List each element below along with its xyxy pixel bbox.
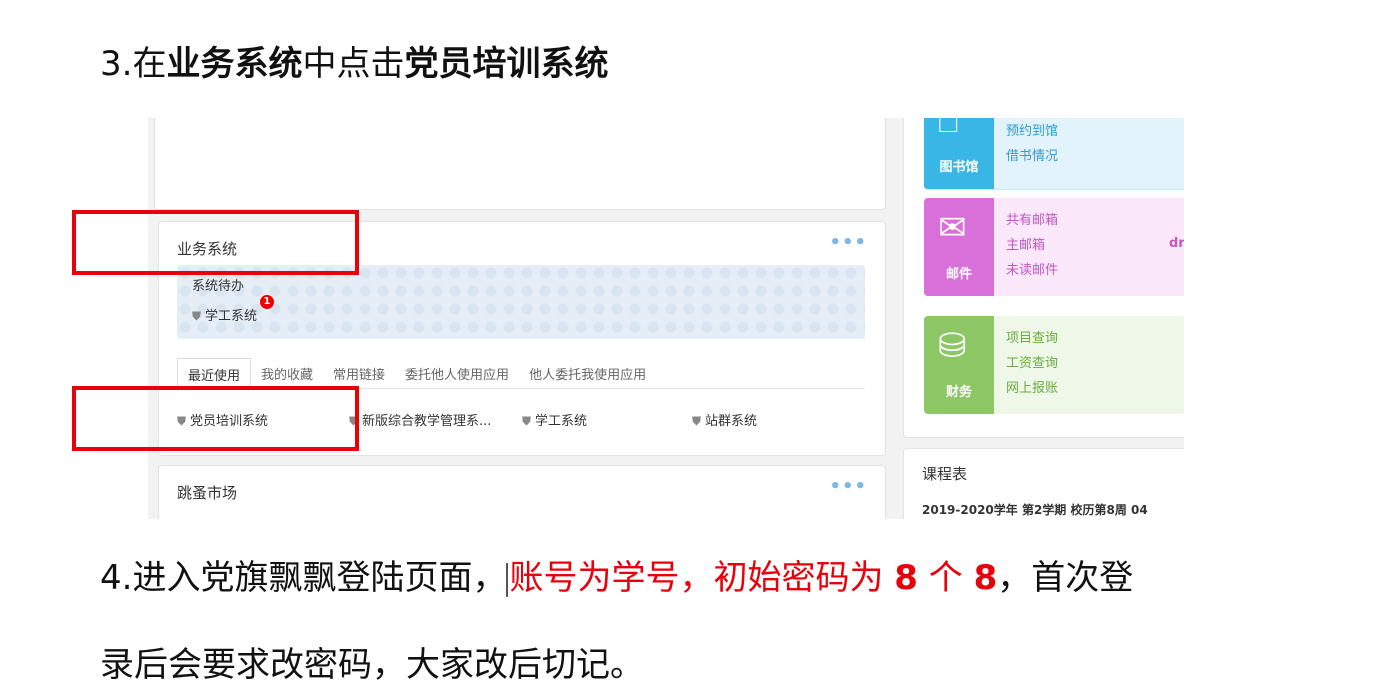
step3-text1: 在 — [132, 44, 167, 84]
step3-heading: 3.在业务系统中点击党员培训系统 — [100, 44, 608, 84]
step4-num2: 8 — [973, 558, 998, 598]
app-icon: ⛊ — [522, 414, 532, 428]
more-dots-icon[interactable]: ••• — [829, 476, 867, 497]
app-student-affairs[interactable]: ⛊ 学工系统 — [522, 410, 587, 429]
finance-link[interactable]: 项目查询 — [1006, 326, 1058, 351]
step3-num: 3. — [100, 44, 133, 84]
todo-title: 系统待办 — [192, 279, 245, 294]
todo-panel: 系统待办 ⛊ 学工系统 1 — [177, 265, 865, 339]
step4-line2: 录后会要求改密码，大家改后切记。 — [100, 645, 644, 685]
tab-delegate-in[interactable]: 他人委托我使用应用 — [519, 358, 656, 390]
step4-num1: 8 — [894, 558, 918, 598]
flea-market-card: 跳蚤市场 ••• — [158, 465, 886, 519]
library-icon: ⎕ — [938, 118, 959, 141]
app-site-group[interactable]: ⛊ 站群系统 — [692, 410, 757, 429]
todo-badge: 1 — [260, 295, 274, 309]
library-link[interactable]: 借书情况 — [1006, 144, 1058, 169]
library-links: 预约到馆 借书情况 — [1006, 119, 1058, 169]
services-card: ⎕ 图书馆 预约到馆 借书情况 ✉ 邮件 共有邮箱 主邮箱 未读邮件 dr ⛁ — [903, 118, 1184, 438]
finance-link[interactable]: 网上报账 — [1006, 376, 1058, 401]
app-icon: ⛊ — [192, 309, 202, 323]
library-badge: ⎕ 图书馆 — [924, 118, 994, 189]
app-label: 学工系统 — [535, 414, 588, 429]
tab-delegate-out[interactable]: 委托他人使用应用 — [395, 358, 519, 390]
top-card — [154, 118, 886, 210]
course-title: 课程表 — [922, 465, 968, 483]
step4-text6: ，首次登 — [997, 558, 1134, 598]
library-link[interactable]: 预约到馆 — [1006, 119, 1058, 144]
mail-badge: ✉ 邮件 — [924, 198, 994, 296]
highlight-business-system — [72, 210, 359, 275]
course-card: 课程表 2019-2020学年 第2学期 校历第8周 04 — [903, 448, 1184, 519]
step4-text1: 4.进入党旗飘飘登陆页面， — [100, 558, 507, 598]
finance-badge: ⛁ 财务 — [924, 316, 994, 414]
flea-market-title: 跳蚤市场 — [177, 484, 238, 502]
highlight-party-training — [72, 386, 359, 451]
step3-party-training: 党员培训系统 — [404, 44, 609, 84]
mail-extra-text: dr — [1169, 236, 1184, 251]
finance-icon: ⛁ — [938, 326, 967, 366]
step3-business-system: 业务系统 — [166, 44, 303, 84]
mail-name: 邮件 — [945, 267, 972, 282]
library-tile[interactable]: ⎕ 图书馆 预约到馆 借书情况 — [924, 118, 1184, 190]
portal-screenshot: 业务系统 ••• 系统待办 ⛊ 学工系统 1 最近使用 我的收藏 常用链接 委托他… — [148, 118, 1184, 519]
course-info: 2019-2020学年 第2学期 校历第8周 04 — [922, 503, 1148, 517]
todo-item-label: 学工系统 — [205, 309, 258, 324]
mail-link[interactable]: 主邮箱 — [1006, 233, 1058, 258]
library-name: 图书馆 — [939, 160, 979, 175]
finance-link[interactable]: 工资查询 — [1006, 351, 1058, 376]
finance-links: 项目查询 工资查询 网上报账 — [1006, 326, 1058, 401]
step4-account-note: 账号为学号，初始密码为 — [509, 558, 895, 598]
app-teaching-mgmt[interactable]: ⛊ 新版综合教学管理系... — [349, 410, 491, 429]
mail-link[interactable]: 共有邮箱 — [1006, 208, 1058, 233]
app-icon: ⛊ — [692, 414, 702, 428]
finance-tile[interactable]: ⛁ 财务 项目查询 工资查询 网上报账 — [924, 316, 1184, 414]
mail-icon: ✉ — [938, 208, 967, 248]
app-label: 新版综合教学管理系... — [362, 414, 492, 429]
step3-text3: 中点击 — [302, 44, 405, 84]
more-dots-icon[interactable]: ••• — [829, 232, 867, 253]
app-label: 站群系统 — [705, 414, 758, 429]
mail-link[interactable]: 未读邮件 — [1006, 258, 1058, 283]
step4-text4: 个 — [917, 558, 974, 598]
mail-links: 共有邮箱 主邮箱 未读邮件 — [1006, 208, 1058, 283]
mail-tile[interactable]: ✉ 邮件 共有邮箱 主邮箱 未读邮件 dr — [924, 198, 1184, 296]
todo-item[interactable]: ⛊ 学工系统 — [192, 305, 257, 324]
step4-line1: 4.进入党旗飘飘登陆页面，账号为学号，初始密码为 8 个 8，首次登 — [100, 558, 1133, 598]
finance-name: 财务 — [945, 385, 972, 400]
